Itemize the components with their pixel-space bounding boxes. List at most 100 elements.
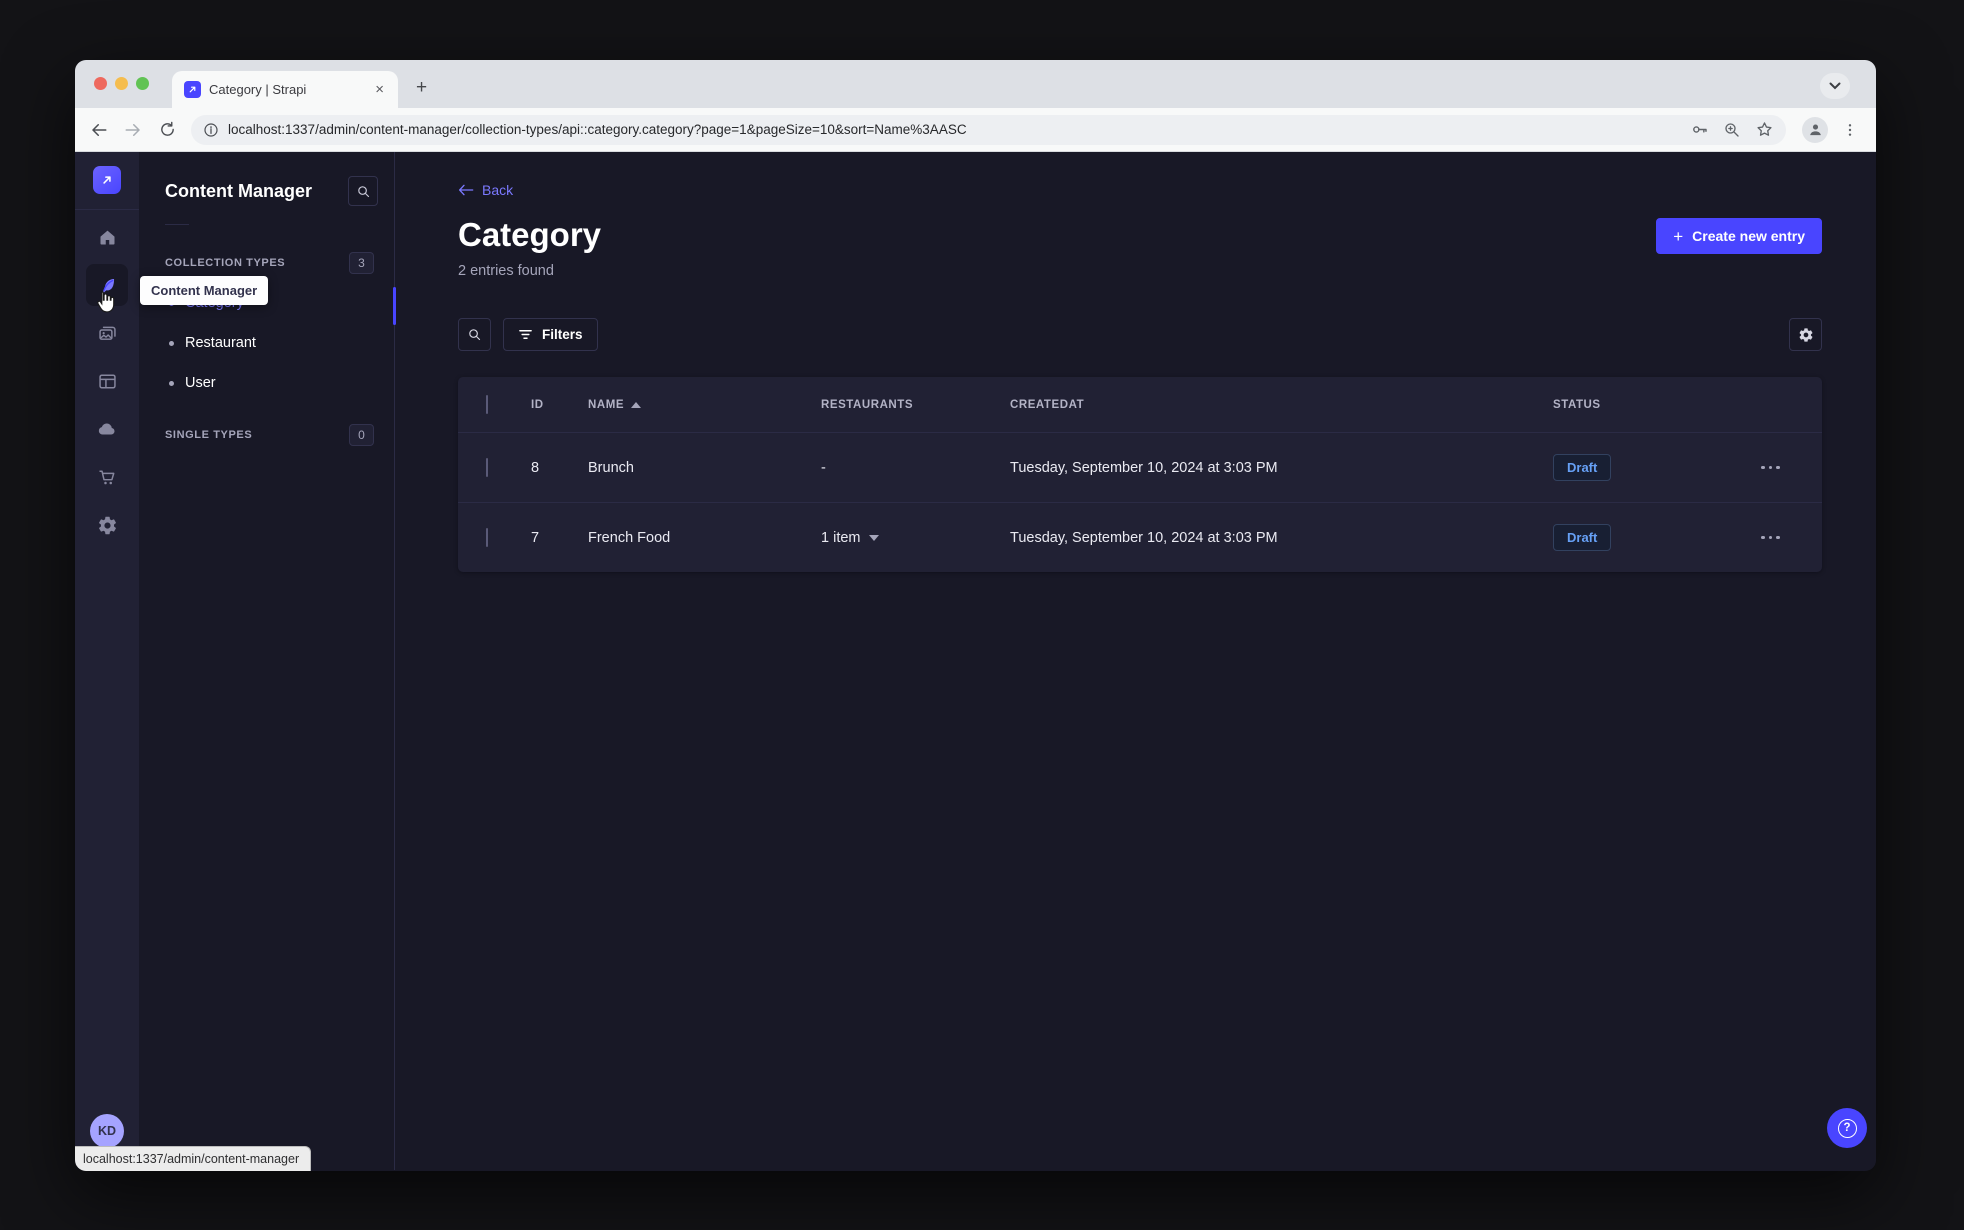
row-checkbox[interactable] xyxy=(486,527,488,547)
media-library-icon xyxy=(98,326,116,340)
single-types-label: SINGLE TYPES xyxy=(165,429,253,441)
column-header-name[interactable]: NAME xyxy=(588,399,821,411)
help-button[interactable]: ? xyxy=(1827,1108,1867,1148)
nav-media-library[interactable] xyxy=(86,312,128,354)
cell-id: 8 xyxy=(531,459,540,476)
collection-types-label: COLLECTION TYPES xyxy=(165,257,286,269)
browser-menu-button[interactable] xyxy=(1836,116,1864,144)
collection-types-count-badge: 3 xyxy=(349,252,374,274)
sort-ascending-icon xyxy=(631,401,642,408)
cell-name: Brunch xyxy=(588,459,634,476)
page-title: Category xyxy=(458,216,602,253)
strapi-app: KD Content Manager COLLECTION TYPES 3 Ca… xyxy=(75,152,1876,1170)
browser-status-bar: localhost:1337/admin/content-manager xyxy=(75,1146,312,1171)
browser-tab-strip: Category | Strapi × + xyxy=(75,60,1876,108)
sidebar-item-restaurant[interactable]: Restaurant xyxy=(139,323,394,363)
nav-cloud[interactable] xyxy=(86,408,128,450)
strapi-logo[interactable] xyxy=(93,166,121,194)
tab-search-button[interactable] xyxy=(1820,73,1850,99)
cell-createdat: Tuesday, September 10, 2024 at 3:03 PM xyxy=(1010,529,1278,546)
url-text[interactable]: localhost:1337/admin/content-manager/col… xyxy=(228,122,1676,137)
table-header-row: ID NAME RESTAURANTS CREATEDAT STATUS xyxy=(458,377,1822,432)
select-all-checkbox[interactable] xyxy=(486,394,488,414)
nav-content-type-builder[interactable] xyxy=(86,360,128,402)
new-tab-button[interactable]: + xyxy=(409,76,434,100)
column-header-status[interactable]: STATUS xyxy=(1553,399,1729,411)
bookmark-star-icon[interactable] xyxy=(1755,120,1774,139)
column-header-createdat[interactable]: CREATEDAT xyxy=(1010,399,1553,411)
url-bar[interactable]: localhost:1337/admin/content-manager/col… xyxy=(191,114,1786,145)
tab-close-icon[interactable]: × xyxy=(371,80,388,99)
sidebar-item-label: Restaurant xyxy=(185,335,256,351)
table-search-button[interactable] xyxy=(458,318,491,351)
nav-marketplace[interactable] xyxy=(86,456,128,498)
main-content: Back Category + Create new entry 2 entri… xyxy=(395,152,1876,1170)
window-controls xyxy=(94,77,149,90)
nav-tooltip: Content Manager xyxy=(140,276,269,305)
browser-toolbar: localhost:1337/admin/content-manager/col… xyxy=(75,108,1876,152)
window-zoom-button[interactable] xyxy=(136,77,149,90)
subnav-search-button[interactable] xyxy=(348,176,378,206)
status-badge: Draft xyxy=(1553,454,1612,481)
cloud-icon xyxy=(98,423,115,435)
back-arrow-icon xyxy=(459,184,474,196)
chevron-down-icon xyxy=(868,535,879,541)
site-info-icon[interactable] xyxy=(203,122,219,138)
cell-restaurants: - xyxy=(821,459,826,476)
single-types-count-badge: 0 xyxy=(349,424,374,446)
cell-createdat: Tuesday, September 10, 2024 at 3:03 PM xyxy=(1010,459,1278,476)
back-button[interactable] xyxy=(85,116,113,144)
entries-table: ID NAME RESTAURANTS CREATEDAT STATUS 8 B… xyxy=(458,377,1822,572)
table-settings-button[interactable] xyxy=(1789,318,1822,351)
rail-divider xyxy=(75,209,139,210)
plus-icon: + xyxy=(1673,226,1684,246)
back-link[interactable]: Back xyxy=(458,182,513,198)
column-header-id[interactable]: ID xyxy=(531,399,588,411)
zoom-icon[interactable] xyxy=(1723,121,1741,139)
row-actions-menu[interactable] xyxy=(1729,465,1822,470)
row-actions-menu[interactable] xyxy=(1729,535,1822,540)
question-mark-icon: ? xyxy=(1837,1118,1857,1138)
chevron-down-icon xyxy=(1829,82,1841,90)
tab-title: Category | Strapi xyxy=(209,82,307,97)
active-item-indicator xyxy=(393,287,396,325)
search-icon xyxy=(357,185,369,197)
cell-name: French Food xyxy=(588,529,671,546)
bullet-icon xyxy=(169,380,174,386)
table-row[interactable]: 7 French Food 1 item Tuesday, September … xyxy=(458,502,1822,572)
subnav-title: Content Manager xyxy=(165,180,313,201)
search-icon xyxy=(469,329,481,341)
gear-icon xyxy=(1799,327,1812,342)
column-header-restaurants[interactable]: RESTAURANTS xyxy=(821,399,1010,411)
home-icon xyxy=(100,230,114,244)
filters-button[interactable]: Filters xyxy=(503,318,598,351)
nav-settings[interactable] xyxy=(86,504,128,546)
browser-window: Category | Strapi × + localhost:1337/adm… xyxy=(75,60,1876,1171)
reload-button[interactable] xyxy=(153,116,181,144)
strapi-favicon-icon xyxy=(184,81,201,98)
content-type-builder-icon xyxy=(98,373,116,389)
subnav-divider xyxy=(165,224,189,225)
forward-button[interactable] xyxy=(119,116,147,144)
cell-id: 7 xyxy=(531,529,540,546)
create-new-entry-button[interactable]: + Create new entry xyxy=(1656,218,1822,254)
nav-home[interactable] xyxy=(86,216,128,258)
bullet-icon xyxy=(169,340,174,346)
browser-tab[interactable]: Category | Strapi × xyxy=(172,71,398,108)
browser-profile-button[interactable] xyxy=(1802,116,1828,143)
password-manager-icon[interactable] xyxy=(1690,120,1709,139)
settings-gear-icon xyxy=(98,516,116,534)
row-checkbox[interactable] xyxy=(486,457,488,477)
window-minimize-button[interactable] xyxy=(115,77,128,90)
filter-icon xyxy=(519,330,532,339)
marketplace-cart-icon xyxy=(98,469,114,484)
user-avatar[interactable]: KD xyxy=(90,1114,124,1148)
cell-restaurants[interactable]: 1 item xyxy=(821,530,1010,546)
window-close-button[interactable] xyxy=(94,77,107,90)
status-badge: Draft xyxy=(1553,524,1612,551)
sidebar-item-user[interactable]: User xyxy=(139,363,394,403)
entries-count: 2 entries found xyxy=(458,263,554,279)
table-row[interactable]: 8 Brunch - Tuesday, September 10, 2024 a… xyxy=(458,432,1822,502)
sidebar-item-label: User xyxy=(185,375,216,391)
mouse-cursor xyxy=(97,290,115,313)
